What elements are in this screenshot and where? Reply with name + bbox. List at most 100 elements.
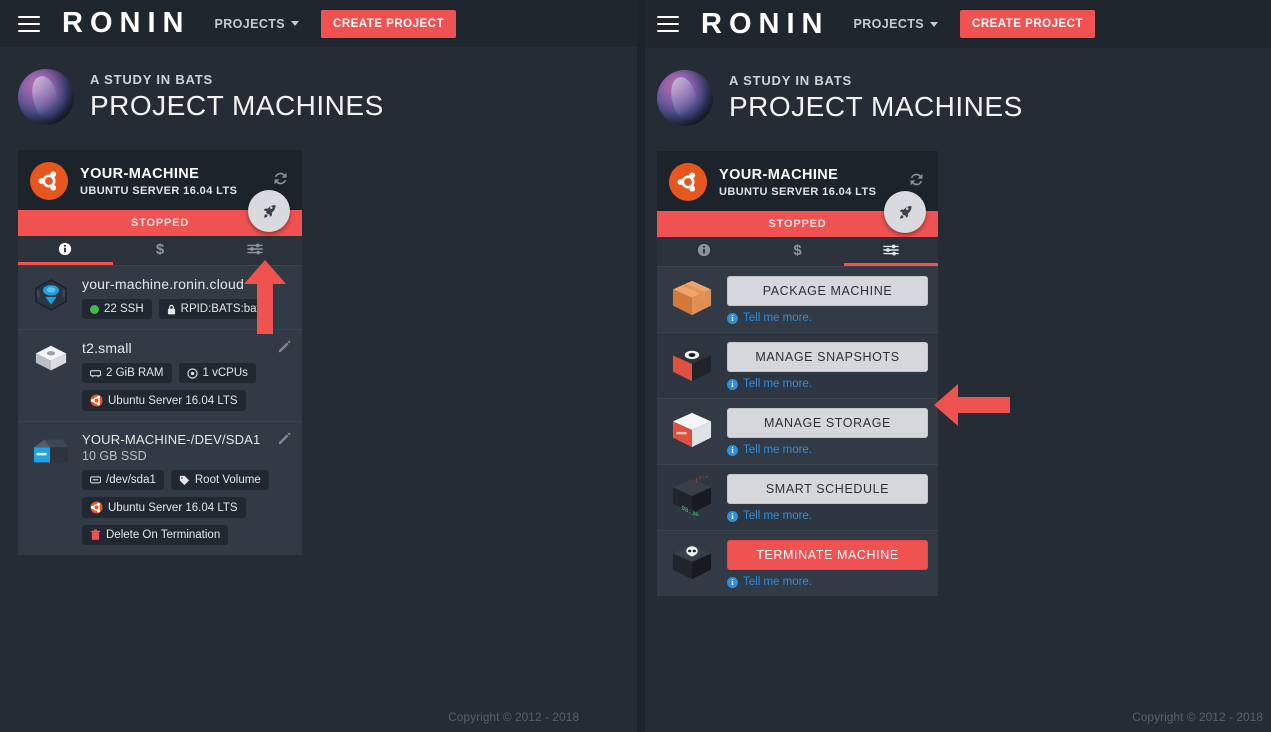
ubuntu-icon bbox=[90, 394, 103, 407]
brand-logo[interactable]: RONIN bbox=[62, 9, 190, 38]
chip-root-volume: Root Volume bbox=[171, 470, 269, 490]
action-body-snapshots: MANAGE SNAPSHOTS i Tell me more. bbox=[727, 342, 928, 390]
chip-label: RPID:BATS:bats bbox=[181, 303, 266, 315]
action-row-schedule: 08:30 17:00 SMART SCHEDULE i Tell me mor… bbox=[657, 465, 938, 531]
machine-identity: YOUR-MACHINE UBUNTU SERVER 16.04 LTS bbox=[719, 167, 895, 198]
terminate-machine-button[interactable]: TERMINATE MACHINE bbox=[727, 540, 928, 570]
tell-me-more-label: Tell me more. bbox=[743, 510, 812, 522]
chip-label: /dev/sda1 bbox=[106, 474, 156, 486]
edit-volume-pencil-icon[interactable] bbox=[278, 432, 291, 450]
cpu-icon bbox=[187, 368, 198, 379]
tab-settings[interactable] bbox=[207, 236, 302, 265]
machine-card: YOUR-MACHINE UBUNTU SERVER 16.04 LTS STO… bbox=[18, 150, 302, 555]
hostname-chips: 22 SSH RPID:BATS:bats bbox=[82, 299, 290, 319]
tab-billing[interactable]: $ bbox=[751, 237, 845, 266]
tell-me-more-terminate[interactable]: i Tell me more. bbox=[727, 576, 928, 588]
dollar-icon: $ bbox=[793, 242, 801, 259]
chip-rpid: RPID:BATS:bats bbox=[159, 299, 274, 319]
chip-label: Ubuntu Server 16.04 LTS bbox=[108, 502, 238, 514]
page-title: PROJECT MACHINES bbox=[729, 91, 1023, 123]
tell-me-more-label: Tell me more. bbox=[743, 378, 812, 390]
chip-os-instance: Ubuntu Server 16.04 LTS bbox=[82, 390, 246, 411]
tell-me-more-label: Tell me more. bbox=[743, 576, 812, 588]
chip-ram: 2 GiB RAM bbox=[82, 363, 172, 383]
footer-copyright-left: Copyright © 2012 - 2018 bbox=[448, 710, 579, 724]
tell-me-more-package[interactable]: i Tell me more. bbox=[727, 312, 928, 324]
machine-identity: YOUR-MACHINE UBUNTU SERVER 16.04 LTS bbox=[80, 166, 259, 197]
project-header-text: A STUDY IN BATS PROJECT MACHINES bbox=[729, 73, 1023, 123]
action-body-storage: MANAGE STORAGE i Tell me more. bbox=[727, 408, 928, 456]
tell-me-more-snapshots[interactable]: i Tell me more. bbox=[727, 378, 928, 390]
volume-name: YOUR-MACHINE-/DEV/SDA1 bbox=[82, 432, 290, 447]
right-browser-panel: RONIN PROJECTS CREATE PROJECT A STUDY IN… bbox=[645, 0, 1271, 732]
package-box-icon bbox=[667, 276, 717, 318]
action-row-snapshots: MANAGE SNAPSHOTS i Tell me more. bbox=[657, 333, 938, 399]
project-subtitle: A STUDY IN BATS bbox=[729, 73, 1023, 88]
nav-projects-dropdown[interactable]: PROJECTS bbox=[214, 17, 299, 31]
machine-status-area: STOPPED bbox=[18, 210, 302, 236]
trash-icon bbox=[90, 529, 101, 541]
svg-text:17:00: 17:00 bbox=[695, 476, 713, 485]
hamburger-menu-icon[interactable] bbox=[18, 16, 40, 32]
info-row-storage: YOUR-MACHINE-/DEV/SDA1 10 GB SSD /dev/sd… bbox=[18, 422, 302, 555]
info-icon: i bbox=[727, 445, 738, 456]
smart-schedule-button[interactable]: SMART SCHEDULE bbox=[727, 474, 928, 504]
machine-name: YOUR-MACHINE bbox=[80, 166, 259, 182]
chevron-down-icon bbox=[930, 22, 938, 27]
edit-instance-pencil-icon[interactable] bbox=[278, 340, 291, 358]
panel-divider bbox=[637, 0, 645, 732]
chip-label: Ubuntu Server 16.04 LTS bbox=[108, 395, 238, 407]
package-machine-button[interactable]: PACKAGE MACHINE bbox=[727, 276, 928, 306]
tell-me-more-storage[interactable]: i Tell me more. bbox=[727, 444, 928, 456]
machine-card: YOUR-MACHINE UBUNTU SERVER 16.04 LTS STO… bbox=[657, 151, 938, 596]
nav-projects-label: PROJECTS bbox=[853, 17, 924, 31]
chip-label: 22 SSH bbox=[104, 303, 144, 315]
disk-icon bbox=[90, 475, 101, 485]
nav-projects-dropdown[interactable]: PROJECTS bbox=[853, 17, 938, 31]
navbar: RONIN PROJECTS CREATE PROJECT bbox=[645, 0, 1271, 48]
tell-me-more-schedule[interactable]: i Tell me more. bbox=[727, 510, 928, 522]
tab-info[interactable] bbox=[18, 236, 113, 265]
create-project-button[interactable]: CREATE PROJECT bbox=[960, 10, 1095, 38]
project-avatar bbox=[18, 69, 74, 125]
screenshot-root: RONIN PROJECTS CREATE PROJECT A STUDY IN… bbox=[0, 0, 1271, 732]
navbar: RONIN PROJECTS CREATE PROJECT bbox=[0, 0, 637, 47]
storage-box-icon bbox=[667, 408, 717, 450]
manage-storage-button[interactable]: MANAGE STORAGE bbox=[727, 408, 928, 438]
hostname-text: your-machine.ronin.cloud bbox=[82, 276, 290, 292]
brand-logo[interactable]: RONIN bbox=[701, 10, 829, 39]
footer-copyright-right: Copyright © 2012 - 2018 bbox=[1132, 710, 1263, 724]
tab-info[interactable] bbox=[657, 237, 751, 266]
action-body-package: PACKAGE MACHINE i Tell me more. bbox=[727, 276, 928, 324]
tab-settings[interactable] bbox=[844, 237, 938, 266]
project-avatar bbox=[657, 70, 713, 126]
chip-label: 2 GiB RAM bbox=[106, 367, 164, 379]
rocket-launch-button[interactable] bbox=[248, 190, 290, 232]
storage-box-icon bbox=[30, 432, 72, 468]
refresh-icon[interactable] bbox=[907, 170, 926, 194]
hamburger-menu-icon[interactable] bbox=[657, 16, 679, 32]
tab-billing[interactable]: $ bbox=[113, 236, 208, 265]
machine-card-tabs: $ bbox=[657, 237, 938, 267]
left-browser-panel: RONIN PROJECTS CREATE PROJECT A STUDY IN… bbox=[0, 0, 637, 732]
manage-snapshots-button[interactable]: MANAGE SNAPSHOTS bbox=[727, 342, 928, 372]
rocket-launch-button[interactable] bbox=[884, 191, 926, 233]
memory-icon bbox=[90, 369, 101, 378]
create-project-button[interactable]: CREATE PROJECT bbox=[321, 10, 456, 38]
chip-os-storage: Ubuntu Server 16.04 LTS bbox=[82, 497, 246, 518]
skull-icon bbox=[667, 540, 717, 582]
chevron-down-icon bbox=[291, 21, 299, 26]
info-icon: i bbox=[727, 379, 738, 390]
project-header: A STUDY IN BATS PROJECT MACHINES bbox=[18, 69, 637, 125]
tell-me-more-label: Tell me more. bbox=[743, 312, 812, 324]
info-icon: i bbox=[727, 511, 738, 522]
clock-schedule-icon: 08:30 17:00 bbox=[667, 474, 717, 516]
machine-name: YOUR-MACHINE bbox=[719, 167, 895, 183]
instance-type-text: t2.small bbox=[82, 340, 290, 356]
hostname-body: your-machine.ronin.cloud 22 SSH RPID:BAT… bbox=[82, 276, 290, 319]
machine-status-area: STOPPED bbox=[657, 211, 938, 237]
storage-chips: /dev/sda1 Root Volume bbox=[82, 470, 290, 545]
project-header-text: A STUDY IN BATS PROJECT MACHINES bbox=[90, 72, 384, 122]
storage-body: YOUR-MACHINE-/DEV/SDA1 10 GB SSD /dev/sd… bbox=[82, 432, 290, 545]
refresh-icon[interactable] bbox=[271, 169, 290, 193]
